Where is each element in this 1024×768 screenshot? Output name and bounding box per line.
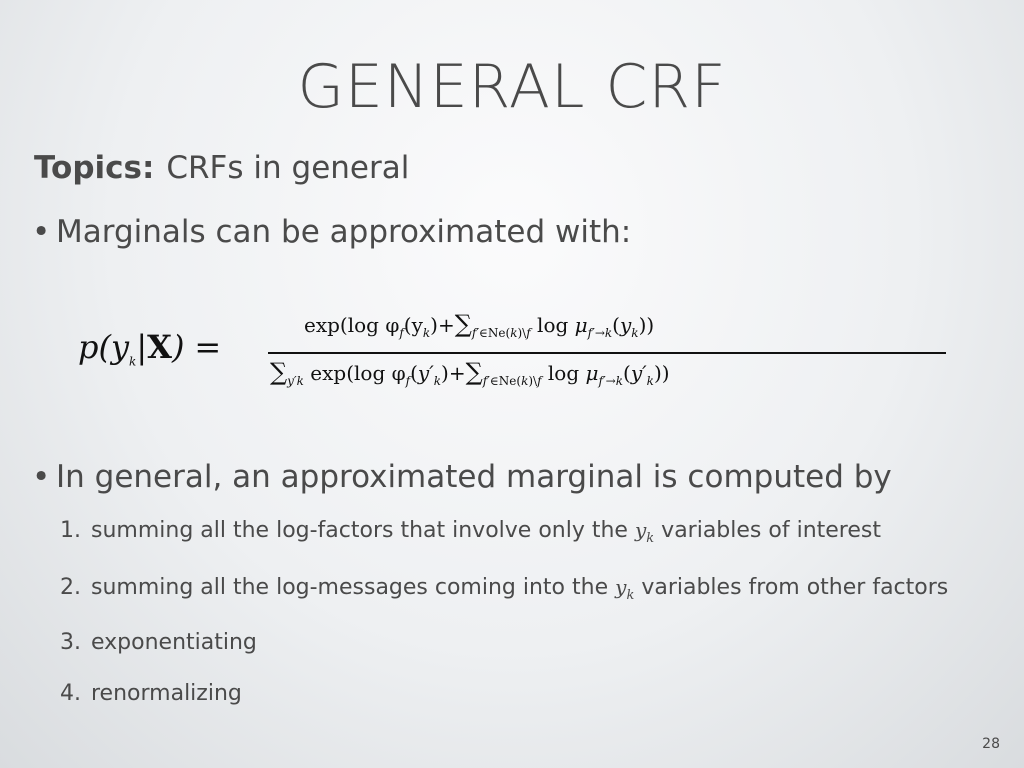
topics-label: Topics: xyxy=(34,150,155,186)
formula-numerator: exp(log φf(yk)+∑f′∈Ne(k)\f log μf′→k(yk)… xyxy=(304,310,655,340)
page-number: 28 xyxy=(982,736,1000,752)
step-2: 2. summing all the log-messages coming i… xyxy=(60,575,949,603)
step-3: 3. exponentiating xyxy=(60,630,257,655)
formula-denominator: ∑y′k exp(log φf(y′k)+∑f′∈Ne(k)\f log μf′… xyxy=(270,358,670,388)
formula-lhs: p(yk|X) = xyxy=(78,328,222,369)
topics-line: Topics: CRFs in general xyxy=(34,150,409,186)
step-4: 4. renormalizing xyxy=(60,681,242,706)
bullet-general: • In general, an approximated marginal is… xyxy=(32,459,892,495)
step-1: 1. summing all the log-factors that invo… xyxy=(60,518,881,546)
bullet-text: Marginals can be approximated with: xyxy=(56,214,632,250)
bullet-text: In general, an approximated marginal is … xyxy=(56,459,892,495)
bullet-dot: • xyxy=(32,214,51,250)
bullet-dot: • xyxy=(32,459,51,495)
marginal-formula: p(yk|X) = exp(log φf(yk)+∑f′∈Ne(k)\f log … xyxy=(78,300,958,420)
slide-title: GENERAL CRF xyxy=(297,52,727,122)
topics-text: CRFs in general xyxy=(166,150,410,186)
bullet-marginals: • Marginals can be approximated with: xyxy=(32,214,631,250)
fraction-bar xyxy=(268,352,946,354)
